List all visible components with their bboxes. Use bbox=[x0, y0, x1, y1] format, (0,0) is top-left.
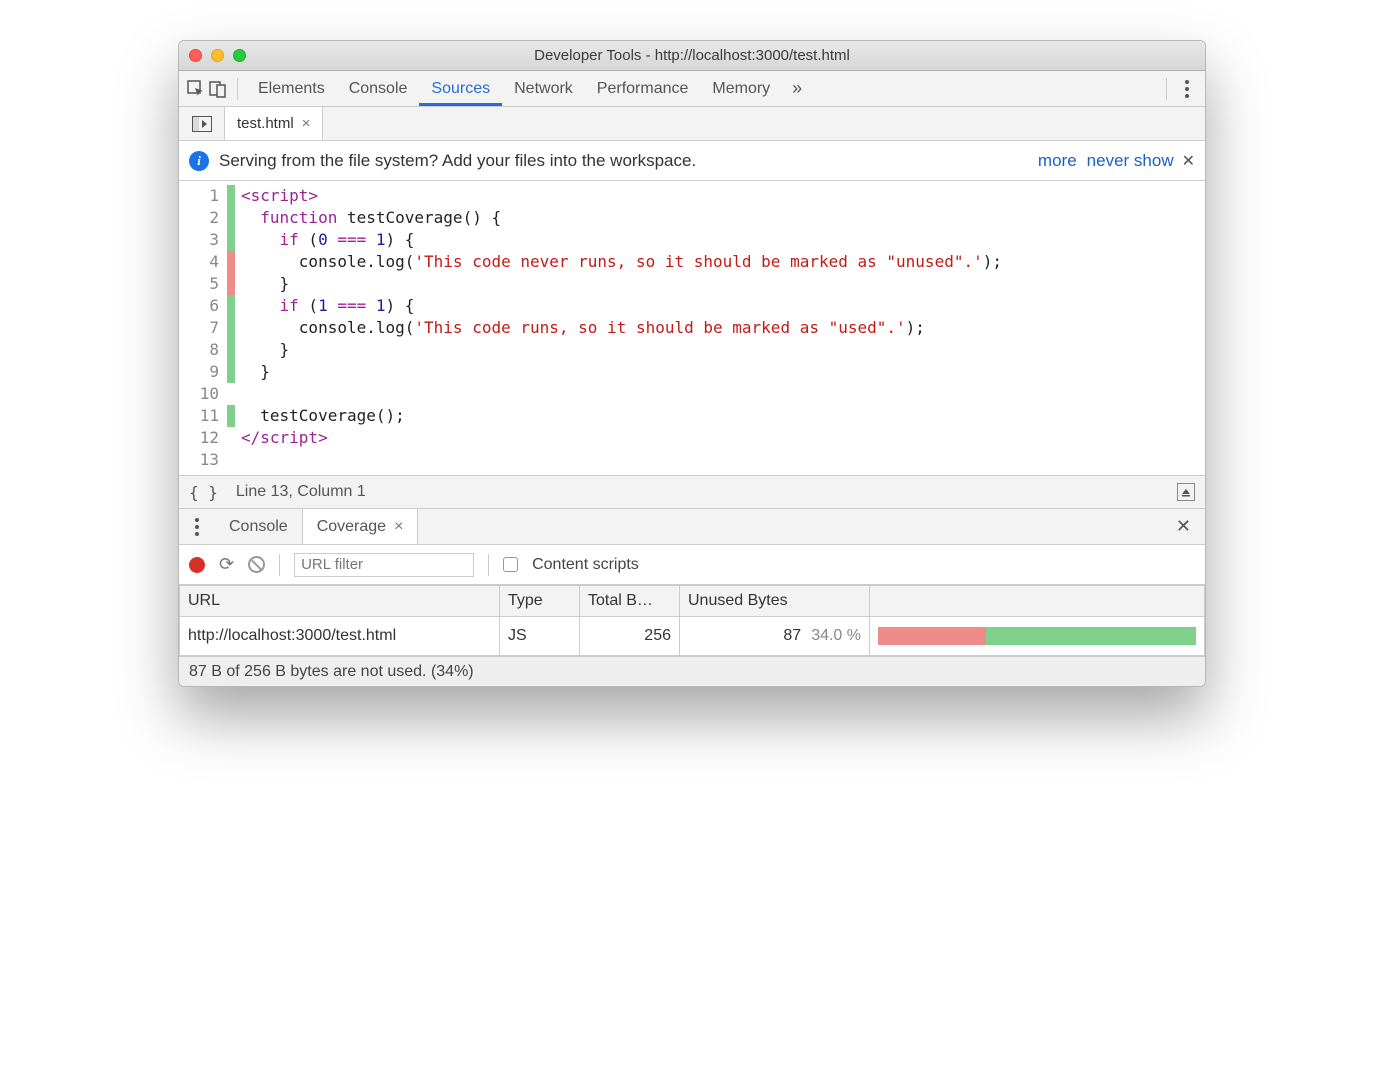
col-bar bbox=[870, 586, 1205, 617]
file-tab-label: test.html bbox=[237, 115, 294, 132]
reload-button[interactable]: ⟳ bbox=[219, 554, 234, 575]
col-url[interactable]: URL bbox=[180, 586, 500, 617]
close-drawer-button[interactable]: ✕ bbox=[1162, 509, 1205, 544]
content-scripts-label: Content scripts bbox=[532, 556, 639, 574]
close-window-button[interactable] bbox=[189, 49, 202, 62]
tab-elements[interactable]: Elements bbox=[246, 71, 337, 106]
tab-memory[interactable]: Memory bbox=[700, 71, 782, 106]
row-unused: 87 34.0 % bbox=[680, 617, 870, 656]
tab-console[interactable]: Console bbox=[337, 71, 420, 106]
infobar-more-link[interactable]: more bbox=[1038, 151, 1077, 171]
row-url: http://localhost:3000/test.html bbox=[180, 617, 500, 656]
row-total: 256 bbox=[580, 617, 680, 656]
row-type: JS bbox=[500, 617, 580, 656]
traffic-lights bbox=[189, 49, 246, 62]
coverage-toolbar: ⟳ Content scripts bbox=[179, 545, 1205, 585]
col-type[interactable]: Type bbox=[500, 586, 580, 617]
coverage-summary: 87 B of 256 B bytes are not used. (34%) bbox=[179, 656, 1205, 686]
editor-status-bar: { } Line 13, Column 1 bbox=[179, 475, 1205, 509]
main-tab-strip: Elements Console Sources Network Perform… bbox=[179, 71, 1205, 107]
drawer-tab-label: Coverage bbox=[317, 518, 386, 536]
settings-menu-button[interactable] bbox=[1175, 80, 1199, 98]
drawer-tab-console[interactable]: Console bbox=[215, 509, 302, 544]
drawer-tab-coverage[interactable]: Coverage × bbox=[302, 509, 419, 544]
close-drawer-tab-button[interactable]: × bbox=[394, 518, 403, 536]
workspace-infobar: i Serving from the file system? Add your… bbox=[179, 141, 1205, 181]
pretty-print-button[interactable]: { } bbox=[189, 483, 218, 502]
col-unused[interactable]: Unused Bytes bbox=[680, 586, 870, 617]
titlebar: Developer Tools - http://localhost:3000/… bbox=[179, 41, 1205, 71]
separator bbox=[488, 554, 489, 576]
drawer-menu-button[interactable] bbox=[179, 509, 215, 544]
zoom-window-button[interactable] bbox=[233, 49, 246, 62]
coverage-row[interactable]: http://localhost:3000/test.html JS 256 8… bbox=[180, 617, 1205, 656]
separator bbox=[1166, 78, 1167, 100]
content-scripts-checkbox[interactable] bbox=[503, 557, 518, 572]
url-filter-input[interactable] bbox=[294, 553, 474, 577]
overflow-tabs-button[interactable]: » bbox=[782, 78, 812, 99]
line-number-gutter: 12345678910111213 bbox=[179, 181, 227, 475]
coverage-table: URL Type Total B… Unused Bytes http://lo… bbox=[179, 585, 1205, 656]
record-button[interactable] bbox=[189, 557, 205, 573]
row-bar bbox=[870, 617, 1205, 656]
file-tab-test-html[interactable]: test.html × bbox=[225, 107, 323, 140]
window-title: Developer Tools - http://localhost:3000/… bbox=[179, 47, 1205, 64]
code-editor[interactable]: 12345678910111213 <script> function test… bbox=[179, 181, 1205, 475]
cursor-position: Line 13, Column 1 bbox=[236, 483, 366, 501]
minimize-window-button[interactable] bbox=[211, 49, 224, 62]
tab-performance[interactable]: Performance bbox=[585, 71, 701, 106]
toggle-sidebar-button[interactable] bbox=[1177, 483, 1195, 501]
col-total[interactable]: Total B… bbox=[580, 586, 680, 617]
clear-button[interactable] bbox=[248, 556, 265, 573]
drawer-tab-strip: Console Coverage × ✕ bbox=[179, 509, 1205, 545]
coverage-gutter bbox=[227, 181, 235, 475]
close-file-tab-button[interactable]: × bbox=[302, 115, 311, 132]
devtools-window: Developer Tools - http://localhost:3000/… bbox=[178, 40, 1206, 687]
code-content[interactable]: <script> function testCoverage() { if (0… bbox=[235, 181, 1205, 475]
infobar-message: Serving from the file system? Add your f… bbox=[219, 151, 696, 171]
separator bbox=[237, 78, 238, 100]
file-tab-strip: test.html × bbox=[179, 107, 1205, 141]
infobar-close-button[interactable]: ✕ bbox=[1182, 151, 1195, 171]
navigator-toggle-button[interactable] bbox=[179, 107, 225, 140]
info-icon: i bbox=[189, 151, 209, 171]
tab-network[interactable]: Network bbox=[502, 71, 585, 106]
tab-sources[interactable]: Sources bbox=[419, 71, 502, 106]
device-toolbar-icon[interactable] bbox=[207, 78, 229, 100]
separator bbox=[279, 554, 280, 576]
infobar-never-show-link[interactable]: never show bbox=[1087, 151, 1174, 171]
inspect-element-icon[interactable] bbox=[185, 78, 207, 100]
